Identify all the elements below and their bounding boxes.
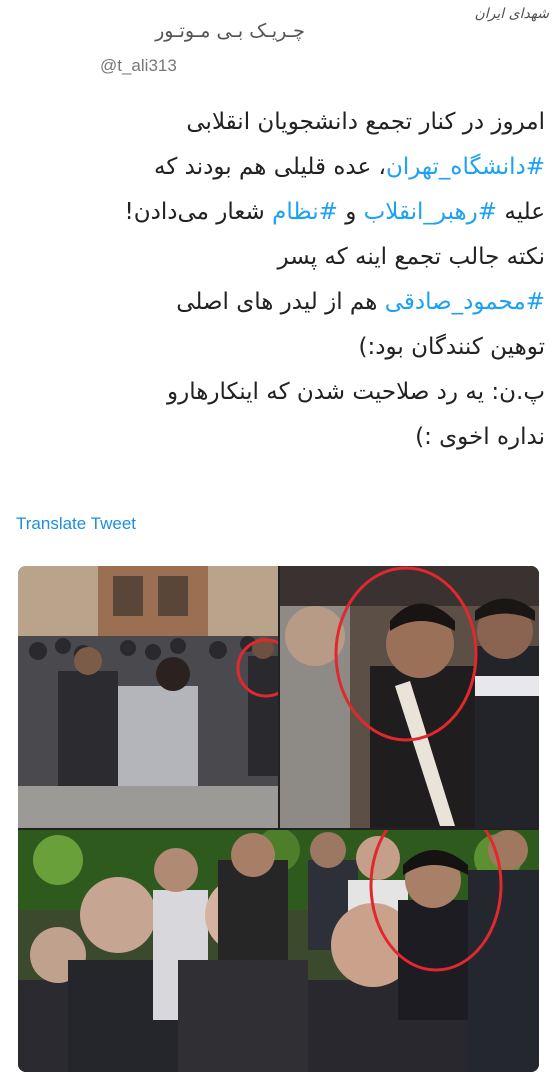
tweet-text: امروز در کنار تجمع دانشجویان انقلابی #دا…: [30, 100, 546, 500]
tweet-media-grid: [18, 566, 539, 1072]
tweet-text-segment: هم از لیدر های اصلی: [176, 289, 385, 315]
tweet-text-segment: ، عده قلیلی هم بودند که: [154, 154, 386, 180]
tweet-line: نداره اخوی :): [415, 424, 545, 450]
translate-tweet-link[interactable]: Translate Tweet: [16, 514, 136, 538]
photo-crowd-campus[interactable]: [18, 566, 278, 828]
tweet-text-segment: علیه: [497, 199, 545, 225]
tweet-line: #محمود_صادقی هم از لیدر های اصلی: [30, 280, 545, 325]
watermark-logo: شهدای ایران: [474, 6, 549, 22]
tweet-line: امروز در کنار تجمع دانشجویان انقلابی: [186, 109, 545, 135]
tweet-text-segment: و: [337, 199, 364, 225]
photo-seated-audience[interactable]: [18, 830, 539, 1072]
photo-closeup-circled[interactable]: [280, 566, 539, 828]
tweet-line: نکته جالب تجمع اینه که پسر: [277, 244, 546, 270]
hashtag-link[interactable]: #محمود_صادقی: [385, 289, 545, 315]
tweet-line: پ.ن: یه رد صلاحیت شدن که اینکارهارو: [167, 379, 545, 405]
tweet-line: علیه #رهبر_انقلاب و #نظام شعار می‌دادن!: [30, 190, 546, 235]
hashtag-link[interactable]: #نظام: [272, 199, 338, 225]
tweet-line: #دانشگاه_تهران، عده قلیلی هم بودند که: [30, 145, 545, 190]
hashtag-link[interactable]: #دانشگاه_تهران: [386, 154, 545, 180]
author-handle[interactable]: @t_ali313: [100, 56, 220, 80]
tweet-line: توهین کنندگان بود:): [358, 334, 545, 360]
author-display-name[interactable]: چـریـک بـی مـوتـور: [100, 20, 360, 46]
hashtag-link[interactable]: #رهبر_انقلاب: [364, 199, 497, 225]
tweet-text-segment: شعار می‌دادن!: [124, 199, 273, 225]
